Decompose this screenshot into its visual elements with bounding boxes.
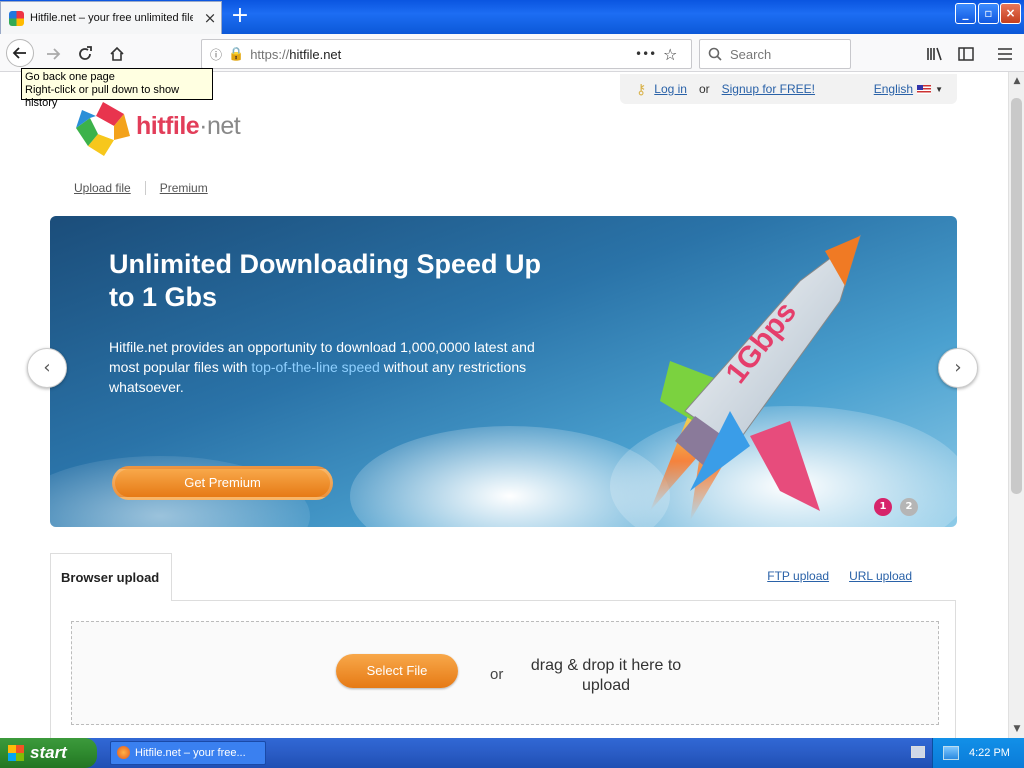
network-icon[interactable] xyxy=(943,746,959,760)
address-bar[interactable]: ⓘ 🔒 https://hitfile.net ••• ☆ xyxy=(201,39,692,69)
back-tooltip: Go back one page Right-click or pull dow… xyxy=(21,68,213,109)
upload-links: FTP upload URL upload xyxy=(767,569,912,583)
login-link[interactable]: Log in xyxy=(654,82,687,96)
search-box[interactable]: Search xyxy=(699,39,851,69)
tab-title: Hitfile.net – your free unlimited file xyxy=(30,12,193,24)
sidebar-button[interactable] xyxy=(953,41,979,67)
taskbar-item-browser[interactable]: Hitfile.net – your free... xyxy=(110,741,266,765)
site-nav: Upload file Premium xyxy=(74,181,208,195)
rocket-illustration xyxy=(650,234,861,521)
clock[interactable]: 4:22 PM xyxy=(969,747,1010,759)
arrow-left-icon xyxy=(12,47,26,59)
banner-description: Hitfile.net provides an opportunity to d… xyxy=(109,339,535,395)
keyboard-icon[interactable] xyxy=(911,746,925,758)
upload-panel: Select File or drag & drop it here to up… xyxy=(50,600,956,738)
upload-section: Select File or drag & drop it here to up… xyxy=(50,553,956,738)
bookmark-star-icon[interactable]: ☆ xyxy=(663,45,691,64)
start-button[interactable]: start xyxy=(0,738,97,768)
system-tray: 4:22 PM xyxy=(911,738,1024,768)
tab-browser-upload[interactable]: Browser upload xyxy=(50,553,172,601)
reload-button[interactable] xyxy=(72,41,98,67)
reload-icon xyxy=(79,46,92,60)
search-icon xyxy=(708,47,722,61)
forward-button[interactable] xyxy=(40,41,66,67)
url-text[interactable]: https://hitfile.net xyxy=(250,47,629,62)
page-content: ⚷ Log in or Signup for FREE! English ▼ h… xyxy=(0,72,1008,738)
window-close-button[interactable]: × xyxy=(1000,3,1021,24)
taskbar: start Hitfile.net – your free... 4:22 PM xyxy=(0,738,1024,768)
chevron-down-icon: ▼ xyxy=(935,84,943,94)
home-button[interactable] xyxy=(104,41,130,67)
tab-strip: Hitfile.net – your free unlimited file ×… xyxy=(0,0,1024,34)
site-favicon-icon xyxy=(9,10,24,26)
close-tab-icon[interactable]: × xyxy=(199,9,221,27)
navigation-bar: ⓘ 🔒 https://hitfile.net ••• ☆ Search xyxy=(0,34,1024,72)
firefox-icon xyxy=(117,746,130,759)
page-actions-icon[interactable]: ••• xyxy=(635,47,657,61)
account-bar: ⚷ Log in or Signup for FREE! English ▼ xyxy=(620,74,957,104)
key-icon: ⚷ xyxy=(636,80,647,97)
drag-drop-text: drag & drop it here to upload xyxy=(530,657,682,694)
library-icon xyxy=(927,47,942,61)
nav-divider xyxy=(144,181,146,195)
nav-premium[interactable]: Premium xyxy=(160,181,208,195)
url-upload-link[interactable]: URL upload xyxy=(849,569,912,583)
back-button[interactable] xyxy=(6,39,34,67)
slide-dot-1[interactable]: 1 xyxy=(874,498,892,516)
get-premium-button[interactable]: Get Premium xyxy=(112,466,333,500)
scroll-down-icon[interactable]: ▼ xyxy=(1011,724,1023,734)
home-icon xyxy=(110,46,124,61)
carousel-prev-button[interactable]: ‹ xyxy=(27,348,67,388)
drop-zone[interactable]: Select File or drag & drop it here to up… xyxy=(71,621,939,725)
windows-logo-icon xyxy=(8,745,24,761)
restore-button[interactable]: ▫ xyxy=(978,3,999,24)
info-icon[interactable]: ⓘ xyxy=(210,46,222,63)
menu-button[interactable] xyxy=(992,41,1018,67)
scroll-thumb[interactable] xyxy=(1011,98,1022,494)
sidebar-icon xyxy=(958,47,974,61)
new-tab-button[interactable]: + xyxy=(228,5,252,29)
minimize-button[interactable]: _ xyxy=(955,3,976,24)
promo-banner: Unlimited Downloading Speed Up to 1 Gbs … xyxy=(50,216,957,527)
nav-upload-file[interactable]: Upload file xyxy=(74,181,131,195)
browser-tab[interactable]: Hitfile.net – your free unlimited file × xyxy=(0,1,222,34)
select-file-button[interactable]: Select File xyxy=(336,654,458,688)
lock-warning-icon[interactable]: 🔒 xyxy=(228,47,244,62)
us-flag-icon xyxy=(917,84,932,94)
arrow-right-icon xyxy=(47,48,61,60)
ftp-upload-link[interactable]: FTP upload xyxy=(767,569,829,583)
search-placeholder: Search xyxy=(730,46,772,62)
or-text: or xyxy=(490,666,504,683)
logo-text: hitfile·net xyxy=(136,112,241,140)
carousel-next-button[interactable]: › xyxy=(938,348,978,388)
slide-dot-2[interactable]: 2 xyxy=(900,498,918,516)
library-button[interactable] xyxy=(922,41,948,67)
scroll-up-icon[interactable]: ▲ xyxy=(1011,76,1023,86)
hamburger-icon xyxy=(998,48,1012,60)
signup-link[interactable]: Signup for FREE! xyxy=(722,82,815,96)
vertical-scrollbar[interactable]: ▲ ▼ xyxy=(1008,72,1024,738)
banner-headline: Unlimited Downloading Speed Up to 1 Gbs xyxy=(109,249,541,312)
language-selector[interactable]: English ▼ xyxy=(874,82,943,96)
